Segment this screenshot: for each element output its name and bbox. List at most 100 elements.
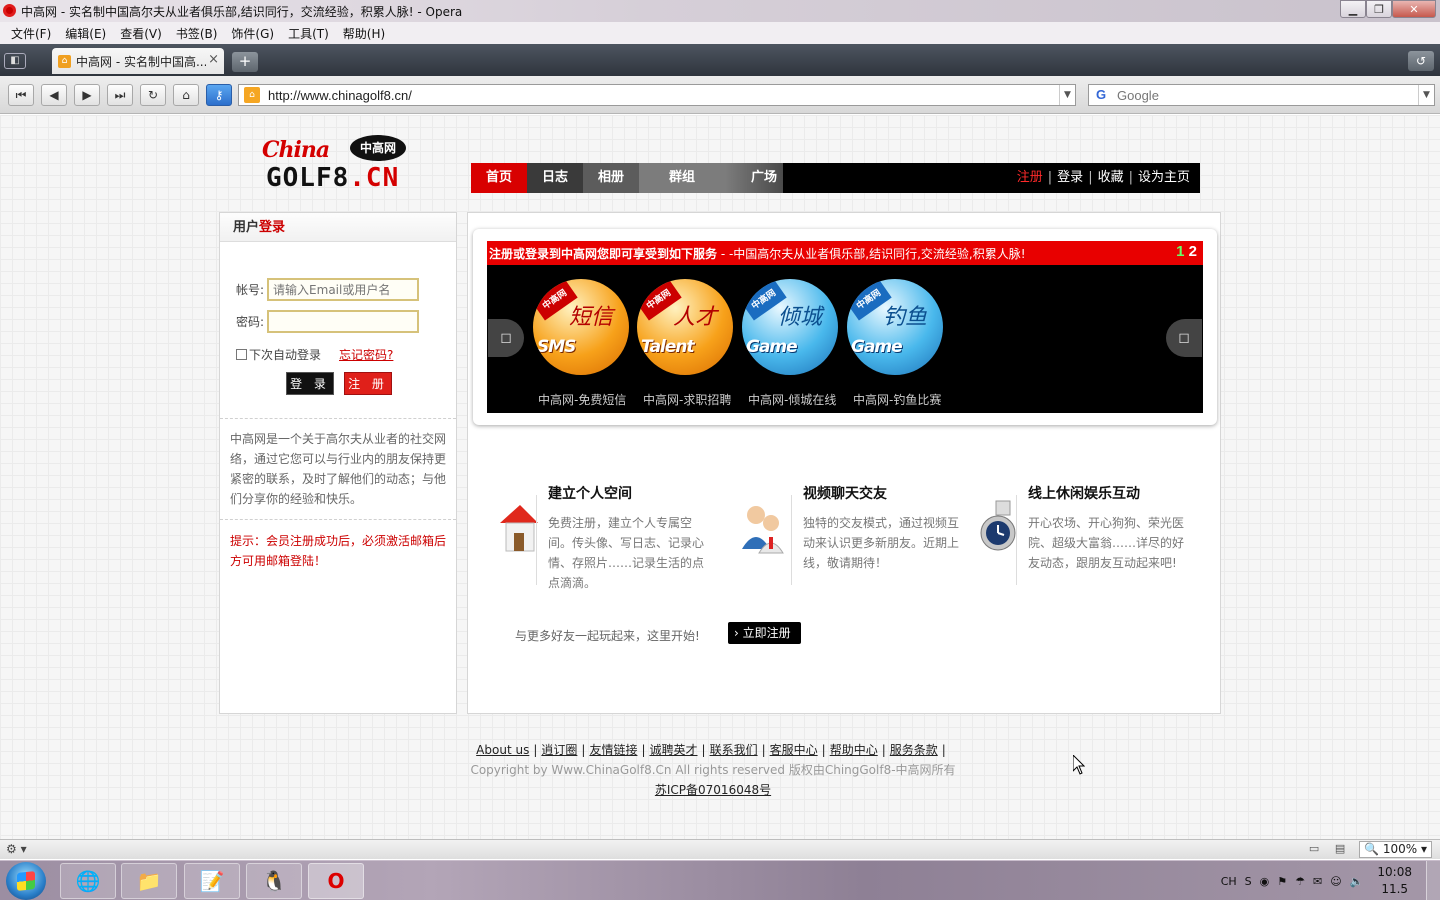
panel-toggle-icon[interactable]: ◧ <box>4 53 26 69</box>
zoom-control[interactable]: 🔍 100% ▾ <box>1359 841 1432 858</box>
favorite-link[interactable]: 收藏 <box>1098 163 1124 193</box>
logo-cn-word: .CN <box>349 163 400 193</box>
tab-close-icon[interactable]: × <box>208 52 219 67</box>
search-engine-dropdown-icon[interactable]: ▼ <box>1418 85 1434 105</box>
minimize-button[interactable]: ▁ <box>1340 0 1366 18</box>
footer-link[interactable]: 服务条款 <box>890 743 938 757</box>
feature-divider <box>536 495 537 585</box>
join-now-label: 立即注册 <box>742 626 791 640</box>
menu-view[interactable]: 查看(V) <box>113 25 169 42</box>
explorer-taskbar-icon[interactable]: 📁 <box>121 863 177 899</box>
sogou-icon[interactable]: S <box>1245 875 1252 888</box>
join-now-button[interactable]: › 立即注册 <box>728 622 801 644</box>
home-favicon-icon: ⌂ <box>58 54 71 68</box>
forgot-password-link[interactable]: 忘记密码? <box>339 346 393 363</box>
tray-chat-icon[interactable]: ✉ <box>1313 875 1322 888</box>
close-window-button[interactable]: ✕ <box>1392 0 1436 18</box>
nav-home[interactable]: 首页 <box>471 163 527 193</box>
nav-group[interactable]: 群组 <box>639 163 725 193</box>
address-dropdown-icon[interactable]: ▼ <box>1059 85 1075 105</box>
fast-forward-icon[interactable]: ⏭ <box>107 84 133 106</box>
footer-link[interactable]: 联系我们 <box>710 743 758 757</box>
menu-bookmarks[interactable]: 书签(B) <box>169 25 225 42</box>
menu-file[interactable]: 文件(F) <box>4 25 58 42</box>
slider-page-2[interactable]: 2 <box>1189 243 1197 260</box>
login-button[interactable]: 登 录 <box>286 372 334 395</box>
footer-icp-link[interactable]: 苏ICP备07016048号 <box>0 781 1426 798</box>
slider-page-1[interactable]: 1 <box>1176 243 1184 260</box>
service-qingcheng[interactable]: 中高网 倾城 Game <box>742 279 842 375</box>
search-box[interactable]: G Google ▼ <box>1088 84 1435 106</box>
new-tab-button[interactable]: + <box>232 52 258 72</box>
windows-logo-icon <box>17 871 35 891</box>
navigation-toolbar: ⏮ ◀ ▶ ⏭ ↻ ⌂ ⚷ ⌂ http://www.chinagolf8.cn… <box>0 76 1440 114</box>
tray-network-icon[interactable]: ◉ <box>1260 875 1270 888</box>
login-panel: 用户登录 帐号: 密码: 下次自动登录 忘记密码? 登 录 注 册 中高网是一个… <box>219 212 457 714</box>
home-icon[interactable]: ⌂ <box>173 84 199 106</box>
ime-indicator[interactable]: CH <box>1221 875 1237 888</box>
menu-tools[interactable]: 工具(T) <box>281 25 336 42</box>
address-bar[interactable]: ⌂ http://www.chinagolf8.cn/ ▼ <box>238 84 1076 106</box>
password-input[interactable] <box>267 310 420 333</box>
site-logo[interactable]: China 中高网 GOLF8.CN <box>262 135 412 197</box>
start-button[interactable] <box>6 862 46 900</box>
set-homepage-link[interactable]: 设为主页 <box>1138 163 1190 193</box>
image-mode-icon[interactable]: ▤ <box>1331 842 1349 858</box>
wand-key-icon[interactable]: ⚷ <box>206 84 232 106</box>
footer-about-link[interactable]: About us <box>476 743 529 757</box>
nav-album[interactable]: 相册 <box>583 163 639 193</box>
footer-link[interactable]: 诚聘英才 <box>650 743 698 757</box>
activation-tip: 提示：会员注册成功后，必须激活邮箱后方可用邮箱登陆！ <box>230 534 447 568</box>
service-en: Game <box>746 337 798 357</box>
ie-taskbar-icon[interactable]: 🌐 <box>60 863 116 899</box>
slider-banner: 注册或登录到中高网您即可享受到如下服务 - -中国高尔夫从业者俱乐部,结识同行,… <box>487 241 1203 265</box>
show-desktop-button[interactable] <box>1426 861 1440 900</box>
search-input[interactable]: Google <box>1117 88 1159 103</box>
service-sms[interactable]: 中高网 短信 SMS <box>533 279 633 375</box>
opera-logo-icon <box>3 4 16 17</box>
volume-icon[interactable]: 🔈 <box>1350 875 1364 888</box>
menu-edit[interactable]: 编辑(E) <box>58 25 113 42</box>
menu-widgets[interactable]: 饰件(G) <box>224 25 281 42</box>
nav-diary[interactable]: 日志 <box>527 163 583 193</box>
remember-checkbox[interactable] <box>236 349 247 360</box>
zoom-dropdown-icon[interactable]: ▾ <box>1421 842 1427 857</box>
tray-qq-icon[interactable]: ☺ <box>1330 875 1341 888</box>
rewind-icon[interactable]: ⏮ <box>8 84 34 106</box>
forward-icon[interactable]: ▶ <box>74 84 100 106</box>
slider-prev-icon[interactable]: ◻ <box>488 319 524 357</box>
opera-taskbar-icon[interactable]: O <box>308 863 364 899</box>
back-icon[interactable]: ◀ <box>41 84 67 106</box>
tray-flag-icon[interactable]: ⚑ <box>1277 875 1287 888</box>
nav-plaza[interactable]: 广场 <box>725 163 783 193</box>
footer-link[interactable]: 客服中心 <box>770 743 818 757</box>
service-talent[interactable]: 中高网 人才 Talent <box>637 279 737 375</box>
login-link[interactable]: 登录 <box>1057 163 1083 193</box>
status-menu-icon[interactable]: ⚙ ▾ <box>6 842 27 856</box>
footer-link[interactable]: 友情链接 <box>589 743 637 757</box>
maximize-button[interactable]: ❐ <box>1366 0 1392 18</box>
service-fishing[interactable]: 中高网 钓鱼 Game <box>847 279 947 375</box>
account-input[interactable] <box>267 278 420 301</box>
reload-icon[interactable]: ↻ <box>140 84 166 106</box>
talent-service-icon: 中高网 人才 Talent <box>637 279 733 375</box>
qq-taskbar-icon[interactable]: 🐧 <box>246 863 302 899</box>
tab-active[interactable]: ⌂ 中高网 - 实名制中国高... × <box>52 48 224 74</box>
footer-link[interactable]: 逍订圈 <box>541 743 577 757</box>
footer-link[interactable]: 帮助中心 <box>830 743 878 757</box>
view-mode-icon[interactable]: ▭ <box>1305 842 1323 858</box>
notepad-taskbar-icon[interactable]: 📝 <box>184 863 240 899</box>
tray-umbrella-icon[interactable]: ☂ <box>1295 875 1305 888</box>
address-url[interactable]: http://www.chinagolf8.cn/ <box>268 88 412 103</box>
house-icon <box>500 505 538 552</box>
service-caption[interactable]: 中高网-求职招聘 <box>643 391 731 408</box>
service-caption[interactable]: 中高网-免费短信 <box>538 391 626 408</box>
slider-next-icon[interactable]: ◻ <box>1166 319 1202 357</box>
register-button[interactable]: 注 册 <box>344 372 392 395</box>
service-caption[interactable]: 中高网-钓鱼比赛 <box>853 391 941 408</box>
system-clock[interactable]: 10:08 11.5 <box>1377 864 1412 898</box>
service-caption[interactable]: 中高网-倾城在线 <box>748 391 836 408</box>
closed-tabs-icon[interactable]: ↺ <box>1408 51 1434 71</box>
menu-help[interactable]: 帮助(H) <box>336 25 392 42</box>
register-link[interactable]: 注册 <box>1017 163 1043 193</box>
